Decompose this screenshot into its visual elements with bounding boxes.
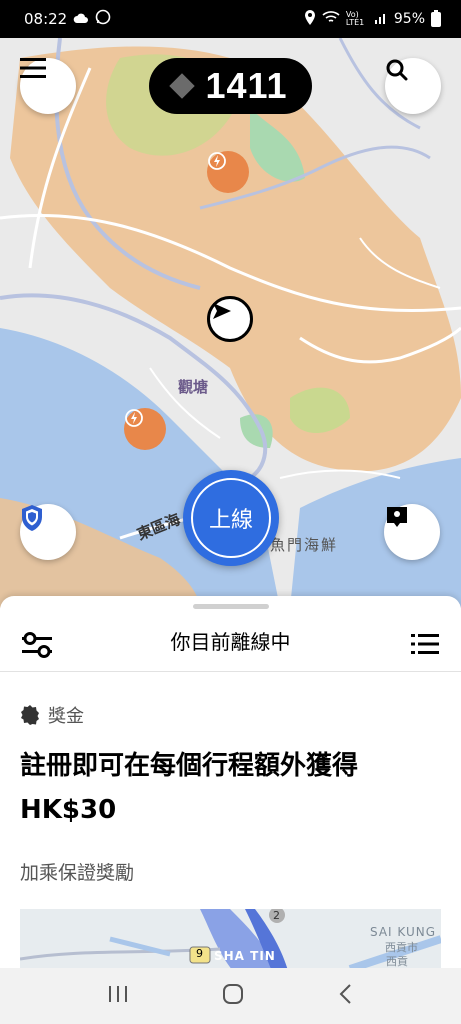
cloud-icon [73, 10, 89, 28]
network-type: Vo) LTE1 [345, 10, 365, 27]
status-time: 08:22 [24, 10, 68, 28]
go-online-label: 上線 [208, 508, 253, 533]
offline-status-title: 你目前離線中 [170, 630, 291, 654]
promo-subtitle: 加乘保證獎勵 [20, 862, 135, 884]
search-button[interactable] [385, 58, 441, 114]
battery-icon [431, 9, 441, 27]
map-label-lei-yue-mun: 魚門海鮮 [270, 536, 339, 554]
surge-marker[interactable] [124, 408, 166, 450]
lightning-icon [208, 152, 226, 170]
promo-map-preview[interactable]: SAI KUNG 西貢市 西貢 SHA TIN 9 2 [20, 909, 441, 968]
promo-map-label-sha-tin: SHA TIN [214, 949, 276, 963]
map-label-kwun-tong: 觀塘 [178, 378, 209, 396]
map[interactable]: 觀塘 東區海 魚門海鮮 1411 上線 [0, 38, 461, 608]
location-icon [304, 9, 316, 29]
current-location-marker [207, 296, 253, 342]
whatsapp-icon [95, 9, 111, 29]
promo-map-label-sai-kung-cn: 西貢 [386, 955, 408, 968]
wifi-icon [322, 10, 340, 28]
safety-button[interactable] [20, 504, 76, 560]
menu-button[interactable] [20, 58, 76, 114]
back-icon[interactable] [338, 983, 354, 1009]
diamond-icon [169, 73, 196, 99]
driver-score-pill[interactable]: 1411 [149, 58, 312, 114]
recent-apps-icon[interactable] [107, 984, 129, 1008]
navigation-arrow-icon [213, 303, 231, 319]
home-icon[interactable] [222, 983, 244, 1009]
promo-map-route-2: 2 [273, 909, 280, 922]
destination-filter-button[interactable] [384, 504, 440, 560]
menu-icon [20, 58, 46, 78]
lightning-icon [125, 409, 143, 427]
badge-icon [21, 705, 39, 725]
promo-map-label-sai-kung: SAI KUNG [370, 925, 437, 939]
filter-icon[interactable] [22, 632, 52, 662]
search-icon [386, 59, 408, 81]
battery-percent: 95% [393, 11, 425, 27]
status-bar: 08:22 Vo) LTE1 95% [0, 0, 461, 38]
driver-score: 1411 [205, 65, 288, 106]
go-online-button[interactable]: 上線 [183, 470, 279, 566]
promo-map-route-9: 9 [196, 947, 203, 960]
sheet-grabber[interactable] [193, 604, 269, 609]
system-nav-bar [0, 968, 461, 1024]
promo-tag: 獎金 [20, 702, 84, 728]
surge-marker[interactable] [207, 151, 249, 193]
signal-icon [374, 10, 388, 28]
promo-tag-label: 獎金 [48, 706, 84, 727]
shield-icon [22, 505, 42, 531]
promo-title[interactable]: 註冊即可在每個行程額外獲得 HK$30 [20, 744, 440, 832]
map-pin-icon [387, 507, 407, 527]
bottom-sheet[interactable]: 你目前離線中 獎金 註冊即可在每個行程額外獲得 HK$30 加乘保證獎勵 SAI… [0, 596, 461, 968]
list-icon[interactable] [411, 634, 439, 658]
sheet-header: 你目前離線中 [0, 610, 461, 672]
